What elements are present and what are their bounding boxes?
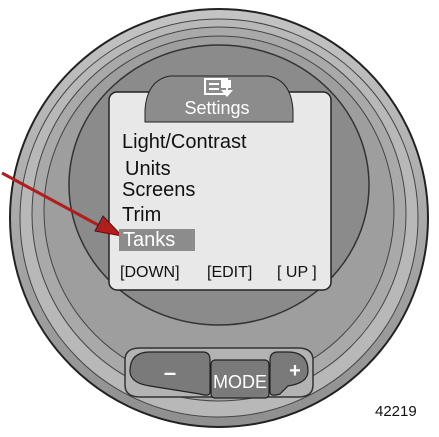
figure-reference-number: 42219	[375, 403, 417, 420]
settings-menu-icon	[204, 78, 233, 97]
minus-button[interactable]: –	[155, 360, 185, 386]
mode-button[interactable]: MODE	[210, 372, 270, 393]
menu-item-screens[interactable]: Screens	[122, 179, 195, 201]
plus-button[interactable]: +	[280, 360, 310, 383]
menu-item-light-contrast[interactable]: Light/Contrast	[122, 131, 247, 153]
menu-item-tanks-selected[interactable]: Tanks	[119, 229, 195, 251]
softkey-up[interactable]: [ UP ]	[277, 264, 317, 282]
menu-item-units[interactable]: Units	[125, 158, 171, 180]
softkey-edit[interactable]: [EDIT]	[207, 264, 252, 282]
menu-item-trim[interactable]: Trim	[122, 204, 161, 226]
settings-title: Settings	[184, 98, 250, 118]
softkey-down[interactable]: [DOWN]	[120, 264, 180, 282]
